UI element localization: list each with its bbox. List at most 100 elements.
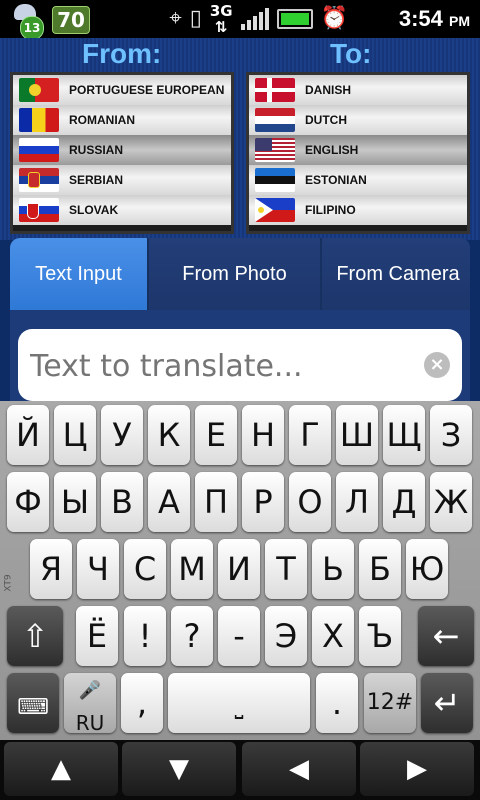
battery-icon — [276, 9, 313, 29]
key[interactable]: С — [124, 539, 166, 599]
key[interactable]: ! — [124, 606, 166, 666]
language-name: FILIPINO — [305, 203, 356, 217]
keyboard-hide-key[interactable]: ⌨ — [7, 673, 59, 733]
to-label: To: — [330, 38, 372, 69]
vibrate-icon: ▯ — [189, 6, 202, 31]
key[interactable]: З — [430, 405, 472, 465]
key[interactable]: К — [148, 405, 190, 465]
russia-flag-icon — [19, 138, 59, 162]
key[interactable]: Ш — [336, 405, 378, 465]
left-arrow-button[interactable]: ◀ — [242, 742, 356, 796]
clock: 3:54 PM — [398, 6, 470, 31]
to-language-item[interactable]: ESTONIAN — [249, 165, 467, 195]
from-language-item[interactable]: SLOVAK — [13, 195, 231, 225]
philippines-flag-icon — [255, 198, 295, 222]
language-name: DANISH — [305, 83, 352, 97]
space-icon: ⎵ — [234, 695, 244, 720]
keyboard-icon: ⌨ — [17, 695, 49, 720]
key[interactable]: Я — [30, 539, 72, 599]
tab-from-camera[interactable]: From Camera — [322, 238, 470, 310]
language-name: SERBIAN — [69, 173, 124, 187]
key[interactable]: В — [101, 472, 143, 532]
language-name: ENGLISH — [305, 143, 359, 157]
key[interactable]: ? — [171, 606, 213, 666]
key[interactable]: У — [101, 405, 143, 465]
to-language-picker[interactable]: DANISH DUTCH ENGLISH ESTONIAN FILIPINO — [246, 72, 470, 234]
app-notification-badge: 70 — [52, 6, 90, 34]
notification-icons: 13 70 — [14, 4, 90, 40]
key[interactable]: Ё — [76, 606, 118, 666]
slovakia-flag-icon — [19, 198, 59, 222]
status-bar: 13 70 ⌖ ▯ 3G ⇅ ⏰ 3:54 PM — [0, 0, 480, 40]
language-name: SLOVAK — [69, 203, 119, 217]
key[interactable]: - — [218, 606, 260, 666]
key[interactable]: Щ — [383, 405, 425, 465]
from-language-item[interactable]: ROMANIAN — [13, 105, 231, 135]
key[interactable]: Э — [265, 606, 307, 666]
language-name: RUSSIAN — [69, 143, 124, 157]
language-name: ROMANIAN — [69, 113, 135, 127]
key[interactable]: Б — [359, 539, 401, 599]
comma-key[interactable]: , — [121, 673, 163, 733]
status-icons: ⌖ ▯ 3G ⇅ ⏰ — [169, 3, 348, 35]
romania-flag-icon — [19, 108, 59, 132]
key[interactable]: Г — [289, 405, 331, 465]
key[interactable]: Ю — [406, 539, 448, 599]
key[interactable]: Е — [195, 405, 237, 465]
input-mode-tabs: Text Input From Photo From Camera — [10, 238, 470, 310]
notification-count-badge: 13 — [20, 16, 44, 40]
estonia-flag-icon — [255, 168, 295, 192]
from-language-item[interactable]: PORTUGUESE EUROPEAN — [13, 75, 231, 105]
key[interactable]: Ц — [54, 405, 96, 465]
key[interactable]: Ж — [430, 472, 472, 532]
space-key[interactable]: ⎵ — [168, 673, 310, 733]
key[interactable]: Т — [265, 539, 307, 599]
tab-text-input[interactable]: Text Input — [10, 238, 149, 310]
to-language-item[interactable]: DANISH — [249, 75, 467, 105]
from-language-picker[interactable]: PORTUGUESE EUROPEAN ROMANIAN RUSSIAN SER… — [10, 72, 234, 234]
key[interactable]: Ъ — [359, 606, 401, 666]
from-language-item-selected[interactable]: RUSSIAN — [13, 135, 231, 165]
navigation-bar: ▲ ▼ ◀ ▶ — [0, 740, 480, 800]
language-key[interactable]: 🎤 RU — [64, 673, 116, 735]
key[interactable]: Ы — [54, 472, 96, 532]
xt9-label: XT9 — [3, 574, 14, 592]
tab-from-photo[interactable]: From Photo — [149, 238, 322, 310]
key[interactable]: Ь — [312, 539, 354, 599]
key[interactable]: Л — [336, 472, 378, 532]
key[interactable]: П — [195, 472, 237, 532]
from-language-item[interactable]: SERBIAN — [13, 165, 231, 195]
key[interactable]: Ч — [77, 539, 119, 599]
key[interactable]: Й — [7, 405, 49, 465]
shift-key[interactable]: ⇧ — [7, 606, 63, 666]
key[interactable]: Ф — [7, 472, 49, 532]
period-key[interactable]: . — [316, 673, 358, 733]
portugal-flag-icon — [19, 78, 59, 102]
clear-text-button[interactable]: × — [424, 352, 450, 378]
language-name: DUTCH — [305, 113, 347, 127]
up-arrow-button[interactable]: ▲ — [4, 742, 118, 796]
down-arrow-button[interactable]: ▼ — [122, 742, 236, 796]
key[interactable]: М — [171, 539, 213, 599]
to-language-item[interactable]: DUTCH — [249, 105, 467, 135]
backspace-key[interactable]: ← — [418, 606, 474, 666]
right-arrow-button[interactable]: ▶ — [360, 742, 474, 796]
key[interactable]: Д — [383, 472, 425, 532]
denmark-flag-icon — [255, 78, 295, 102]
to-language-item[interactable]: FILIPINO — [249, 195, 467, 225]
language-code: RU — [75, 711, 105, 735]
to-language-item-selected[interactable]: ENGLISH — [249, 135, 467, 165]
language-selector: From: To: PORTUGUESE EUROPEAN ROMANIAN R… — [0, 38, 480, 240]
key[interactable]: И — [218, 539, 260, 599]
translate-input[interactable] — [28, 339, 422, 393]
key[interactable]: Н — [242, 405, 284, 465]
key[interactable]: О — [289, 472, 331, 532]
serbia-flag-icon — [19, 168, 59, 192]
key[interactable]: А — [148, 472, 190, 532]
enter-key[interactable]: ↵ — [421, 673, 473, 733]
translate-text-field[interactable]: × — [18, 329, 462, 401]
key[interactable]: Р — [242, 472, 284, 532]
symbols-key[interactable]: 12# — [364, 673, 416, 733]
key[interactable]: Х — [312, 606, 354, 666]
gps-icon: ⌖ — [169, 6, 182, 31]
